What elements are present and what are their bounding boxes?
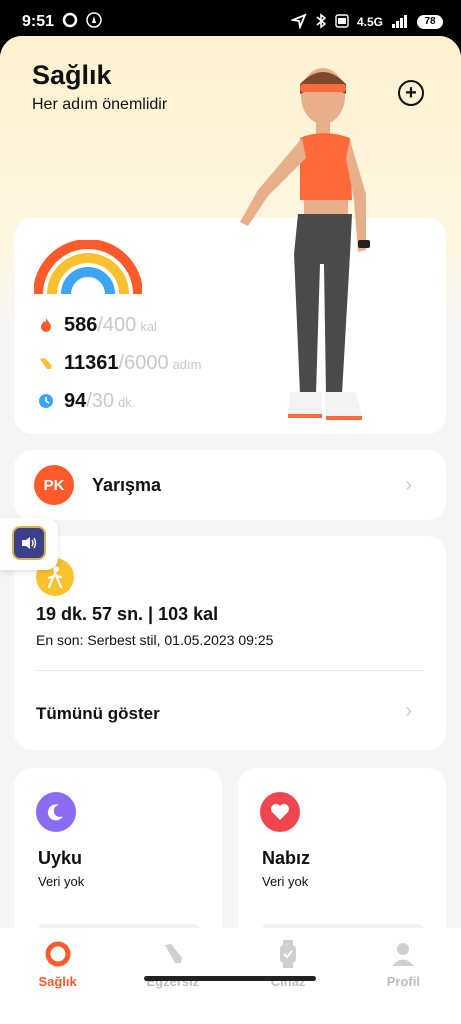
location-icon	[289, 12, 307, 32]
health-ring-icon	[44, 940, 72, 968]
divider	[36, 670, 424, 671]
steps-unit: adım	[172, 357, 202, 372]
heart-icon	[260, 792, 300, 832]
notification-icon	[86, 11, 102, 33]
network-type: 4.5G	[356, 15, 383, 29]
flame-icon	[38, 317, 54, 333]
steps-goal: /6000	[118, 352, 169, 374]
nav-tab-exercise[interactable]: Egzersiz	[118, 940, 228, 1024]
nav-tab-profile[interactable]: Profil	[348, 940, 458, 1024]
steps-row: 11361 /6000 adım	[38, 352, 201, 375]
activity-rings	[34, 240, 142, 296]
sleep-subtitle: Veri yok	[38, 874, 85, 889]
minutes-row: 94 /30 dk.	[38, 390, 135, 413]
bluetooth-icon	[315, 12, 327, 32]
speaker-icon[interactable]	[12, 526, 46, 560]
watch-icon	[274, 940, 302, 968]
signal-icon	[391, 14, 409, 31]
nav-tab-health[interactable]: Sağlık	[3, 940, 113, 1024]
fitness-figure-illustration	[240, 68, 370, 420]
competition-label: Yarışma	[92, 474, 162, 495]
show-all-button[interactable]: Tümünü göster	[36, 704, 160, 724]
volte-icon	[335, 13, 349, 32]
workout-card[interactable]: 19 dk. 57 sn. | 103 kal En son: Serbest …	[14, 536, 446, 750]
workout-last-session: En son: Serbest stil, 01.05.2023 09:25	[36, 632, 274, 648]
circle-icon	[62, 12, 78, 33]
shoe-icon	[159, 940, 187, 968]
minutes-goal: /30	[86, 390, 115, 412]
app-screen: Sağlık Her adım önemlidir + 586 /400 kal…	[0, 36, 461, 1024]
heart-rate-subtitle: Veri yok	[262, 874, 309, 889]
competition-row[interactable]: PK Yarışma ›	[14, 450, 446, 520]
minutes-value: 94	[64, 390, 87, 412]
page-subtitle: Her adım önemlidir	[32, 96, 168, 113]
battery-icon: 78	[417, 15, 443, 29]
clock-icon	[38, 393, 54, 409]
plus-circle-icon[interactable]: +	[398, 80, 424, 106]
calories-unit: kal	[140, 319, 157, 334]
nav-tab-device[interactable]: Cihaz	[233, 940, 343, 1024]
chevron-right-icon: ›	[405, 700, 412, 722]
shoe-icon	[38, 355, 54, 371]
workout-stats: 19 dk. 57 sn. | 103 kal	[36, 604, 219, 624]
minutes-unit: dk.	[118, 395, 136, 410]
status-time: 9:51	[22, 13, 55, 30]
calories-value: 586	[64, 314, 98, 336]
calories-row: 586 /400 kal	[38, 314, 157, 337]
page-title: Sağlık	[32, 60, 112, 90]
moon-icon	[36, 792, 76, 832]
sleep-title: Uyku	[38, 848, 83, 868]
chevron-right-icon: ›	[405, 473, 412, 496]
home-indicator[interactable]	[144, 976, 316, 981]
steps-value: 11361	[64, 352, 119, 374]
pk-badge: PK	[34, 465, 74, 505]
nav-label: Sağlık	[38, 974, 77, 989]
nav-label: Profil	[386, 974, 420, 989]
person-icon	[389, 940, 417, 968]
calories-goal: /400	[97, 314, 137, 336]
heart-rate-title: Nabız	[262, 848, 311, 868]
floating-sound-widget[interactable]	[0, 518, 58, 570]
